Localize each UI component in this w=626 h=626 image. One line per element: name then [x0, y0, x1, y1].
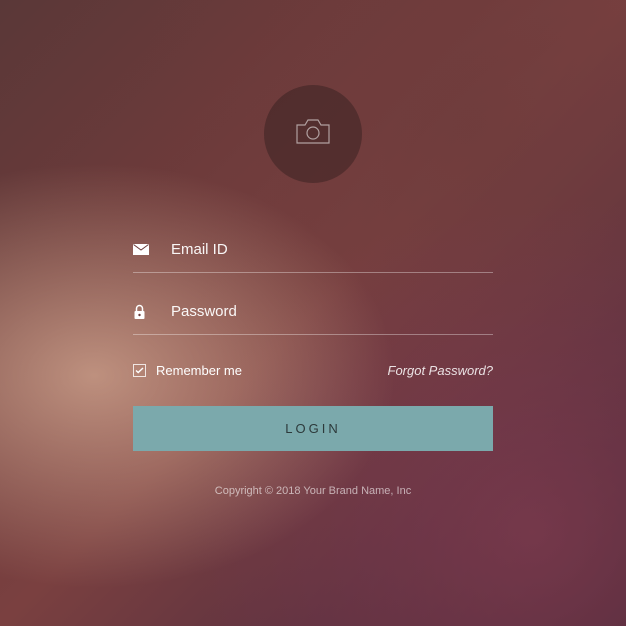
login-form: Remember me Forgot Password? LOGIN Copyr…	[133, 231, 493, 497]
lock-icon	[133, 304, 161, 320]
forgot-password-link[interactable]: Forgot Password?	[388, 363, 494, 378]
options-row: Remember me Forgot Password?	[133, 363, 493, 378]
remember-me-label: Remember me	[156, 363, 242, 378]
email-field-row	[133, 231, 493, 273]
mail-icon	[133, 244, 161, 255]
password-field[interactable]	[161, 303, 493, 320]
login-button[interactable]: LOGIN	[133, 406, 493, 451]
copyright-text: Copyright © 2018 Your Brand Name, Inc	[133, 485, 493, 497]
remember-me-toggle[interactable]: Remember me	[133, 363, 242, 378]
password-field-row	[133, 293, 493, 335]
avatar-circle[interactable]	[264, 85, 362, 183]
email-field[interactable]	[161, 241, 493, 258]
camera-icon	[293, 117, 333, 152]
checkbox-icon	[133, 364, 146, 377]
